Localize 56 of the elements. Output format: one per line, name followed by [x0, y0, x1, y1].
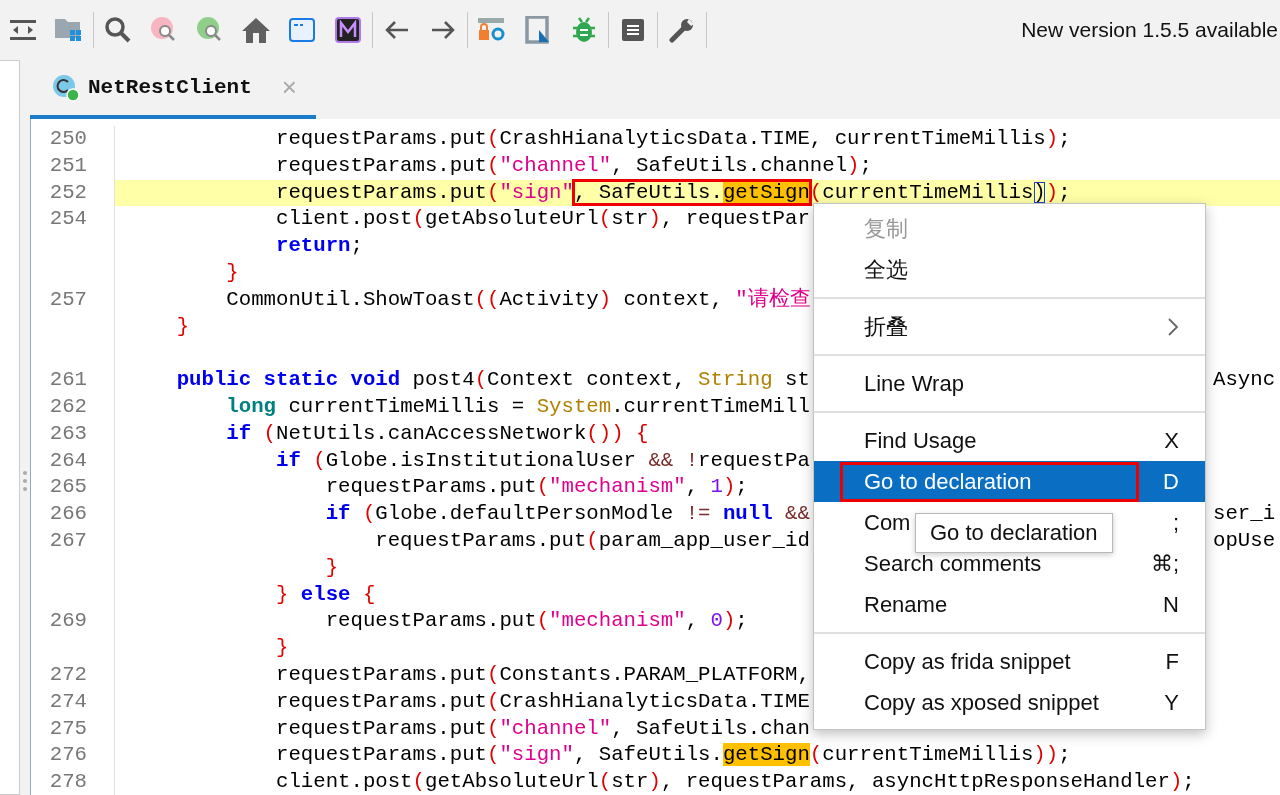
line-number: 254 [31, 206, 115, 234]
menu-item[interactable]: 折叠 [814, 306, 1205, 347]
tooltip: Go to declaration [915, 513, 1113, 553]
line-number: 278 [31, 769, 115, 795]
line-number: 257 [31, 286, 115, 314]
code-line: requestParams.put(param_app_user_id [374, 527, 810, 554]
code-line: requestParams.put(CrashHianalyticsData.TIME [274, 688, 810, 715]
update-notice[interactable]: New version 1.5.5 available [1021, 18, 1280, 42]
code-line: requestParams.put("sign", SafeUtils.getSign(currentTimeMillis)); [274, 742, 1071, 769]
code-line: } [274, 635, 289, 662]
code-line: if (Globe.isInstitutionalUser && !requestPa [274, 447, 810, 474]
line-number: 267 [31, 527, 115, 555]
line-number: 263 [31, 420, 115, 448]
menu-item[interactable]: 全选 [814, 249, 1205, 290]
line-number: 261 [31, 367, 115, 394]
line-number: 250 [31, 126, 115, 153]
code-line: if (NetUtils.canAccessNetwork()) { [225, 420, 649, 447]
menu-item[interactable]: Copy as frida snippet F [814, 641, 1205, 682]
code-line: requestParams.put("mechanism", 0); [324, 608, 748, 635]
code-line: requestParams.put("channel", SafeUtils.chan [274, 715, 810, 742]
class-icon [52, 73, 80, 102]
code-line: } else { [274, 581, 376, 608]
menu-item[interactable]: Find Usage X [814, 420, 1205, 461]
code-line: requestParams.put(Constants.PARAM_PLATFORM, [274, 661, 810, 688]
line-number: 266 [31, 501, 115, 528]
code-line: long currentTimeMillis = System.currentTimeMill [225, 393, 810, 420]
splitter-handle-icon[interactable] [22, 470, 28, 492]
code-line: public static void post4(Context context, String st [175, 367, 810, 394]
line-number: 262 [31, 393, 115, 421]
line-number: 269 [31, 608, 115, 636]
code-line: client.post(getAbsoluteUrl(str), requestPar [274, 206, 810, 233]
line-number: 251 [31, 152, 115, 180]
line-number: 272 [31, 661, 115, 689]
code-line: } [324, 554, 339, 581]
code-line: } [175, 313, 190, 340]
menu-item[interactable]: Rename N [814, 584, 1205, 625]
code-line: if (Globe.defaultPersonModle != null && [324, 501, 810, 528]
code-line: requestParams.put("channel", SafeUtils.channel); [274, 152, 872, 179]
code-line: requestParams.put(CrashHianalyticsData.TIME, currentTimeMillis); [274, 126, 1071, 152]
line-number: 275 [31, 715, 115, 743]
code-fragment: Async [1213, 367, 1276, 394]
line-number: 264 [31, 447, 115, 475]
menu-item[interactable]: Go to declaration D [814, 461, 1205, 502]
line-number: 276 [31, 742, 115, 770]
code-line: } [225, 260, 239, 286]
line-number: 274 [31, 688, 115, 716]
code-fragment: ser_i [1213, 501, 1276, 528]
menu-item[interactable]: Copy as xposed snippet Y [814, 682, 1205, 723]
code-line: client.post(getAbsoluteUrl(str), requestParams, asyncHttpResponseHandler); [274, 769, 1195, 795]
code-line: requestParams.put("sign", SafeUtils.getSign(currentTimeMillis)); [274, 179, 1071, 206]
code-line: requestParams.put("mechanism", 1); [324, 474, 748, 501]
menu-item[interactable]: Line Wrap [814, 363, 1205, 404]
code-fragment: opUse [1213, 527, 1276, 554]
code-line: CommonUtil.ShowToast((Activity) context, "请检查 [225, 286, 811, 313]
line-number: 265 [31, 474, 115, 502]
code-line: return; [274, 233, 363, 260]
